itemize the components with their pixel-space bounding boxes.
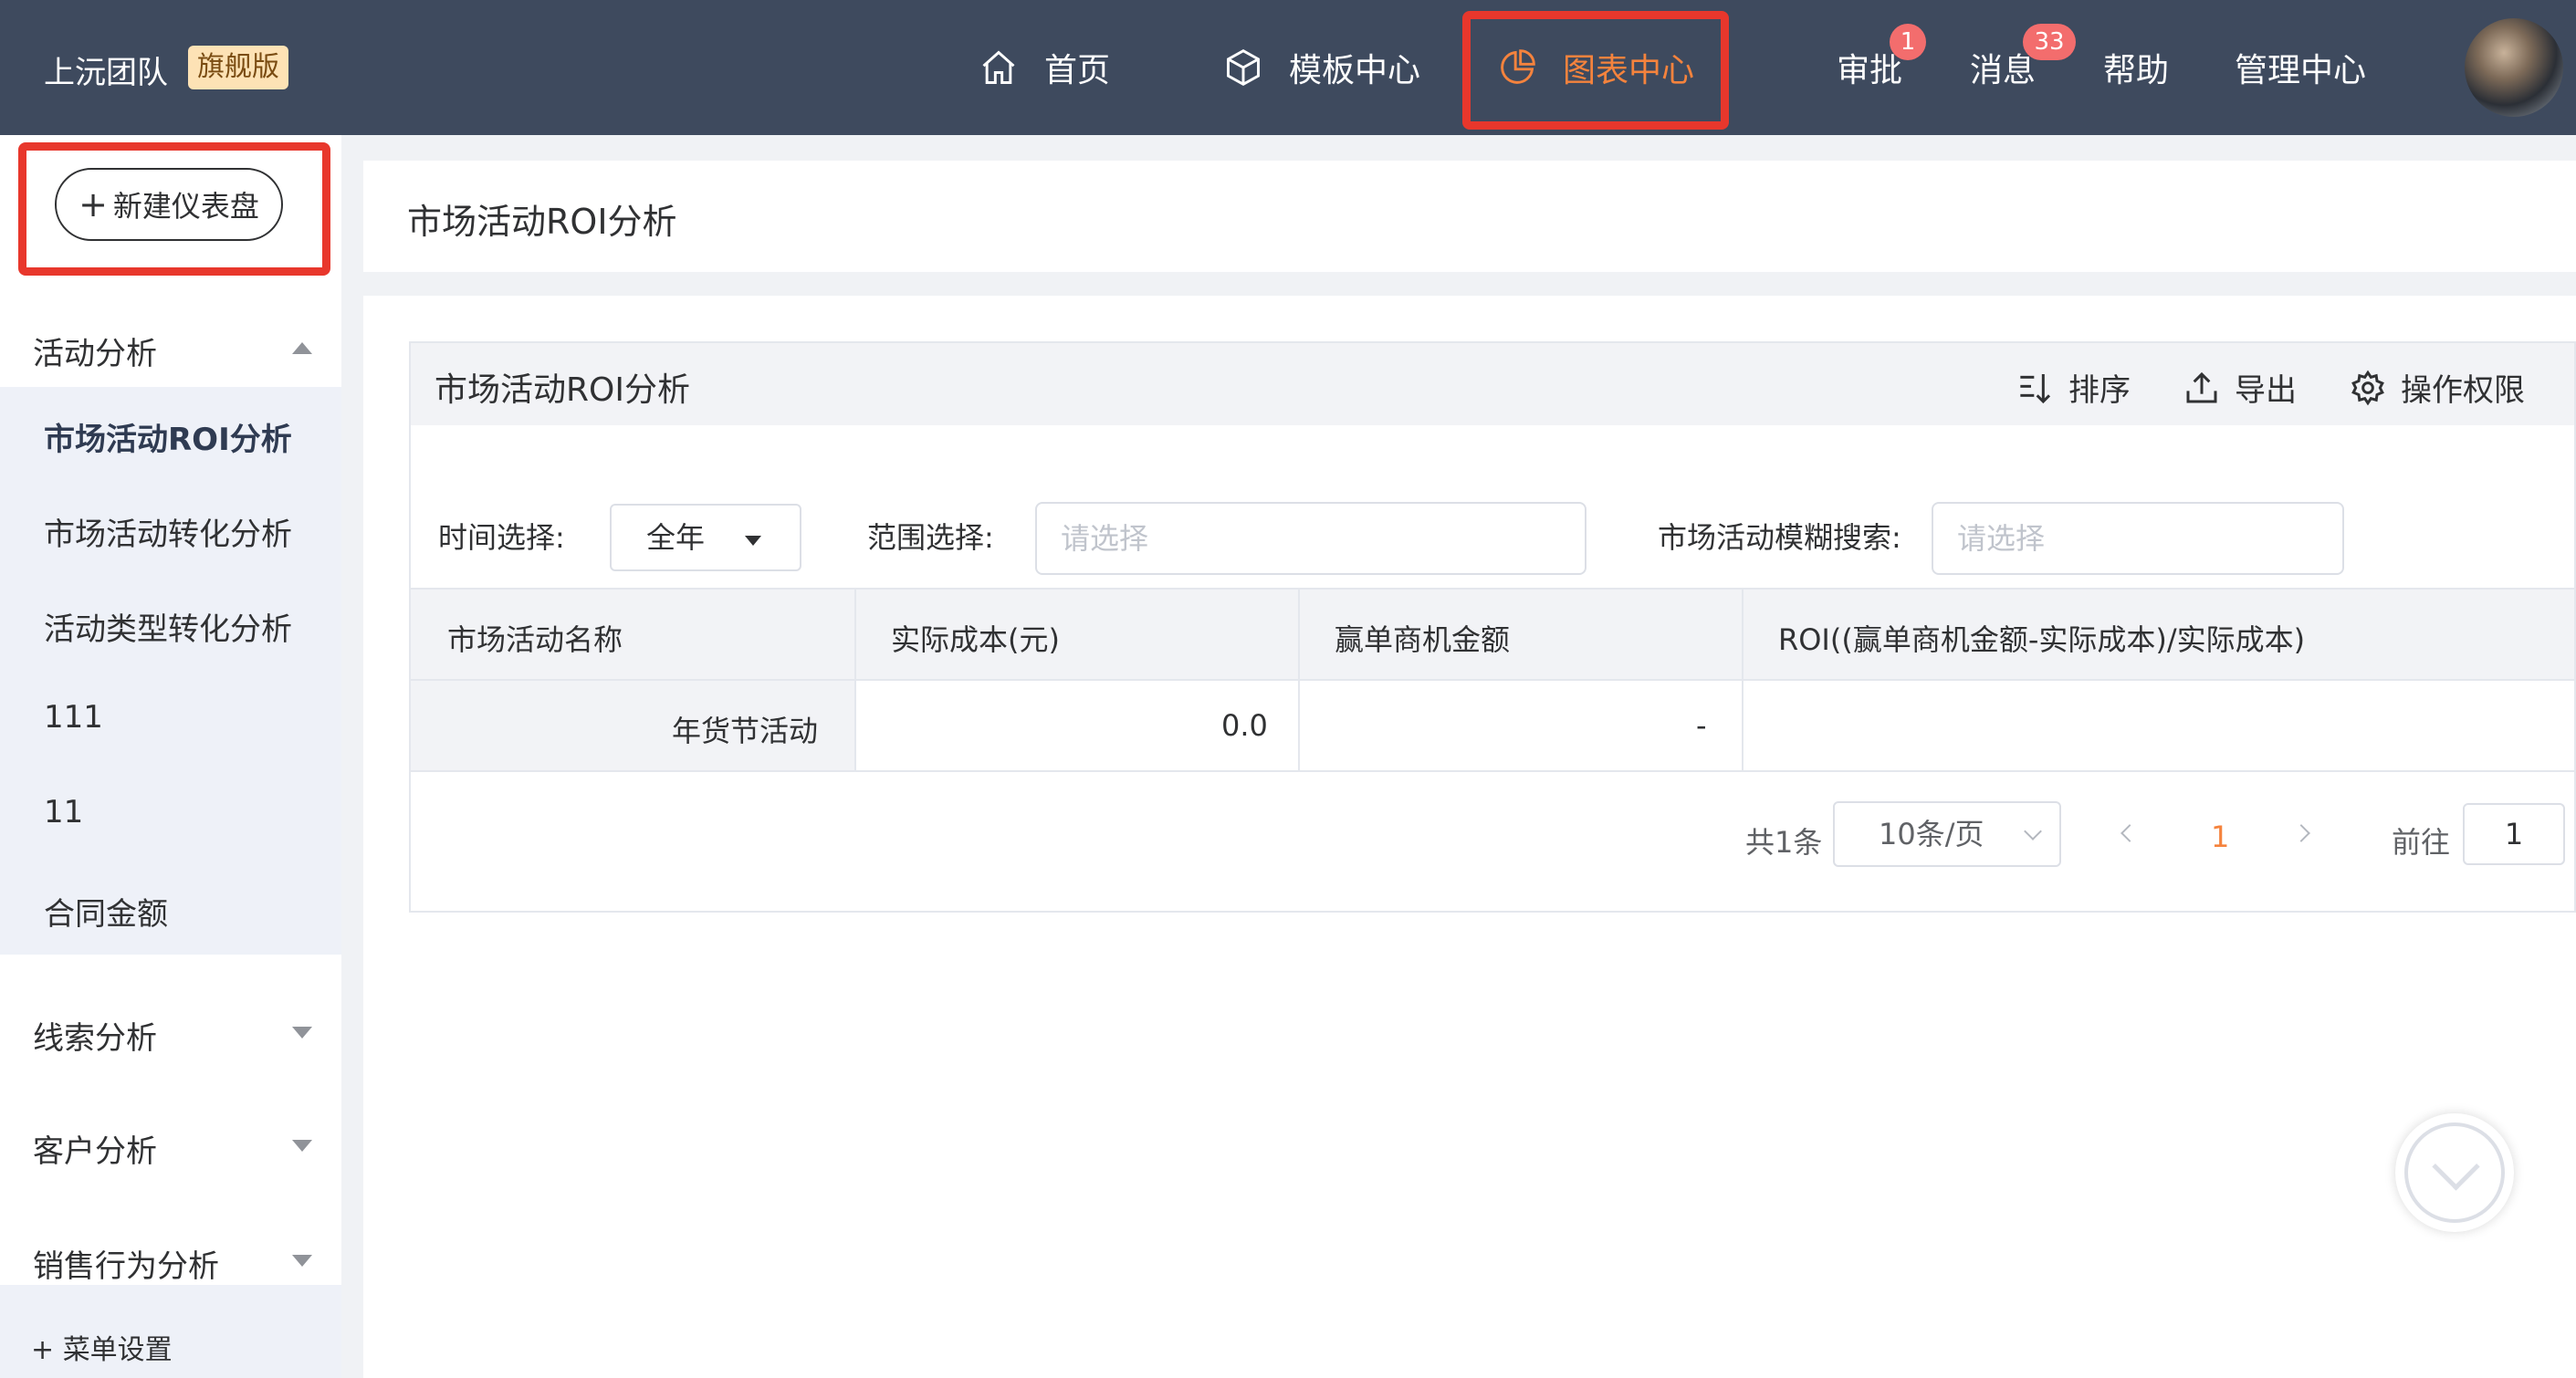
column-divider xyxy=(1298,590,1300,679)
nav-help-label: 帮助 xyxy=(2103,52,2170,89)
table-header: 市场活动名称 实际成本(元) 赢单商机金额 ROI((赢单商机金额-实际成本)/… xyxy=(411,588,2574,681)
range-select[interactable]: 请选择 xyxy=(1035,502,1586,575)
nav-home[interactable]: 首页 xyxy=(979,0,1110,135)
goto-label: 前往 xyxy=(2392,825,2451,860)
table-row[interactable]: 年货节活动 0.0 - xyxy=(411,681,2574,772)
cell-actual-cost: 0.0 xyxy=(1221,708,1268,743)
menu-group-customer[interactable]: 客户分析 xyxy=(0,1108,341,1185)
page-title-bar: 市场活动ROI分析 xyxy=(363,161,2576,272)
export-label: 导出 xyxy=(2235,372,2297,409)
sidebar-item-type-conversion[interactable]: 活动类型转化分析 xyxy=(44,604,292,649)
new-dashboard-button[interactable]: + 新建仪表盘 xyxy=(55,168,283,241)
range-filter-label: 范围选择: xyxy=(867,520,994,555)
sort-label: 排序 xyxy=(2068,372,2131,409)
messages-count-badge: 33 xyxy=(2023,24,2076,60)
highlight-box-charts xyxy=(1462,11,1729,130)
home-icon xyxy=(982,50,1015,84)
caret-down-icon xyxy=(292,1027,312,1039)
sidebar-item-roi[interactable]: 市场活动ROI分析 xyxy=(44,414,292,459)
caret-up-icon xyxy=(292,342,312,354)
menu-group-customer-label: 客户分析 xyxy=(33,1133,157,1170)
nav-help[interactable]: 帮助 xyxy=(2103,0,2169,135)
menu-group-leads[interactable]: 线索分析 xyxy=(0,995,341,1071)
cell-won-amount: - xyxy=(1696,708,1707,743)
current-page[interactable]: 1 xyxy=(2211,819,2229,854)
top-navbar: 上沅团队 旗舰版 首页 模板中心 图表中心 审批 1 消息 33 帮助 管理中心 xyxy=(0,0,2576,135)
menu-group-sales-label: 销售行为分析 xyxy=(33,1248,219,1285)
sort-button[interactable]: 排序 xyxy=(2017,365,2131,410)
page-size-value: 10条/页 xyxy=(1879,817,1984,851)
page-title: 市场活动ROI分析 xyxy=(407,202,677,242)
goto-page-input[interactable]: 1 xyxy=(2463,803,2565,865)
panel-title: 市场活动ROI分析 xyxy=(435,371,690,409)
menu-group-activity-label: 活动分析 xyxy=(33,336,157,372)
nav-admin[interactable]: 管理中心 xyxy=(2235,0,2366,135)
time-select[interactable]: 全年 xyxy=(610,504,801,571)
dropdown-arrow-icon xyxy=(745,536,761,546)
activity-search-input[interactable]: 请选择 xyxy=(1932,502,2344,575)
sidebar: + 新建仪表盘 活动分析 市场活动ROI分析 市场活动转化分析 活动类型转化分析 … xyxy=(0,135,341,1378)
column-divider xyxy=(1298,681,1300,770)
menu-settings-link[interactable]: + 菜单设置 xyxy=(31,1327,173,1367)
column-header-won-amount[interactable]: 赢单商机金额 xyxy=(1335,617,1510,659)
cell-activity-name: 年货节活动 xyxy=(672,714,819,748)
page-size-select[interactable]: 10条/页 xyxy=(1833,801,2061,867)
upload-icon xyxy=(2186,371,2217,402)
column-divider xyxy=(1742,590,1744,679)
column-header-cost[interactable]: 实际成本(元) xyxy=(891,617,1060,659)
cube-icon xyxy=(1227,48,1260,87)
gear-icon xyxy=(2351,370,2384,405)
sidebar-item-conversion[interactable]: 市场活动转化分析 xyxy=(44,509,292,554)
column-header-roi[interactable]: ROI((赢单商机金额-实际成本)/实际成本) xyxy=(1778,617,2305,659)
new-dashboard-label: 新建仪表盘 xyxy=(112,189,259,224)
sidebar-item-11[interactable]: 11 xyxy=(44,794,83,830)
edition-badge: 旗舰版 xyxy=(188,46,288,89)
plus-icon: + xyxy=(31,1334,63,1366)
next-page-button[interactable] xyxy=(2292,824,2310,842)
team-name[interactable]: 上沅团队 xyxy=(44,47,168,92)
approve-count-badge: 1 xyxy=(1890,24,1926,60)
chevron-down-icon xyxy=(2024,822,2042,840)
nav-admin-label: 管理中心 xyxy=(2235,52,2367,89)
pagination-total: 共1条 xyxy=(1745,825,1823,860)
caret-down-icon xyxy=(292,1255,312,1267)
permission-button[interactable]: 操作权限 xyxy=(2350,365,2525,410)
nav-approve[interactable]: 审批 xyxy=(1837,0,1902,135)
plus-icon: + xyxy=(79,184,108,224)
column-divider xyxy=(1742,681,1744,770)
time-filter-label: 时间选择: xyxy=(438,520,565,555)
submenu-activity xyxy=(0,387,341,955)
nav-messages[interactable]: 消息 xyxy=(1970,0,2036,135)
nav-templates[interactable]: 模板中心 xyxy=(1223,0,1420,135)
chevron-down-icon xyxy=(2404,1122,2505,1223)
sidebar-item-111[interactable]: 111 xyxy=(44,699,103,736)
menu-group-leads-label: 线索分析 xyxy=(33,1020,157,1057)
permission-label: 操作权限 xyxy=(2401,372,2525,409)
column-header-name[interactable]: 市场活动名称 xyxy=(447,617,623,659)
main-content: 市场活动ROI分析 排序 导出 操作权限 时间选择: 全年 范围选择: 请选择 … xyxy=(363,296,2576,1378)
time-select-value: 全年 xyxy=(646,520,706,555)
menu-group-activity[interactable]: 活动分析 xyxy=(0,310,341,387)
column-divider xyxy=(854,681,856,770)
sidebar-item-contract-amount[interactable]: 合同金额 xyxy=(44,889,168,934)
nav-templates-label: 模板中心 xyxy=(1289,52,1421,89)
search-filter-label: 市场活动模糊搜索: xyxy=(1658,520,1901,555)
export-button[interactable]: 导出 xyxy=(2183,365,2297,410)
prev-page-button[interactable] xyxy=(2120,824,2139,842)
nav-home-label: 首页 xyxy=(1044,52,1111,89)
menu-settings-label: 菜单设置 xyxy=(62,1334,173,1366)
column-divider xyxy=(854,590,856,679)
caret-down-icon xyxy=(292,1140,312,1152)
panel-header: 市场活动ROI分析 排序 导出 操作权限 xyxy=(411,343,2574,425)
avatar[interactable] xyxy=(2465,18,2563,117)
report-panel: 市场活动ROI分析 排序 导出 操作权限 时间选择: 全年 范围选择: 请选择 … xyxy=(409,341,2576,913)
sort-icon xyxy=(2020,373,2051,403)
scroll-down-button[interactable] xyxy=(2395,1113,2514,1232)
